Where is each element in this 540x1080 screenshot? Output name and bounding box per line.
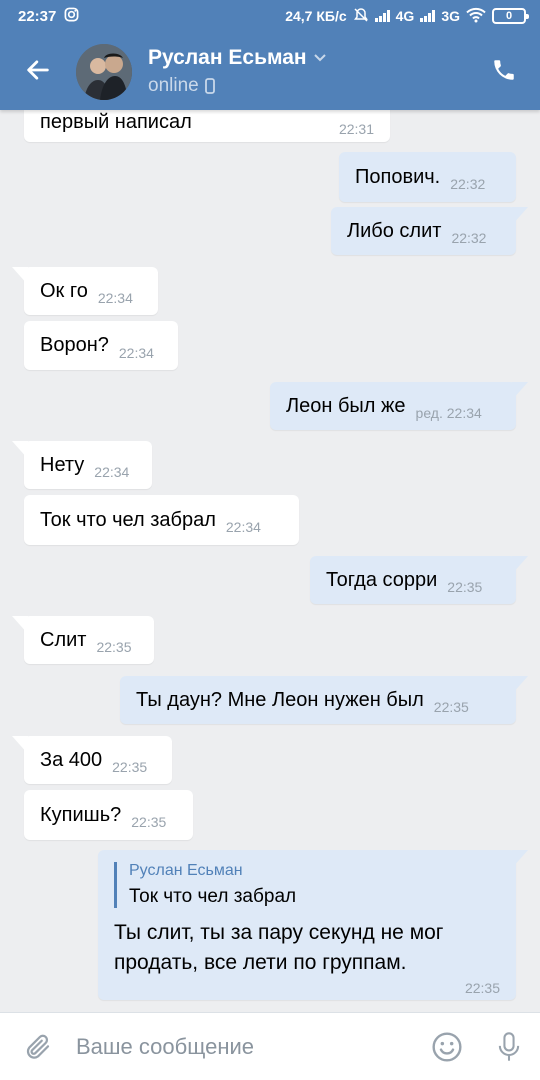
quote-author: Руслан Есьман: [129, 862, 243, 879]
online-status-text: online: [148, 75, 199, 96]
back-button[interactable]: [20, 52, 56, 88]
message-text-line2: продать, все лети по группам.: [114, 951, 407, 974]
nav-bar: Руслан Есьман online: [0, 32, 540, 110]
status-time: 22:37: [18, 7, 57, 25]
battery-level: 0: [505, 10, 513, 22]
message-text: первый написал: [40, 110, 192, 133]
instagram-icon: [64, 7, 79, 26]
bubble-tail: [512, 556, 528, 574]
paperclip-icon: [26, 1034, 50, 1059]
message-input[interactable]: [76, 1024, 416, 1069]
message-outgoing[interactable]: Попович. 22:32: [339, 152, 516, 202]
bubble-tail: [512, 207, 528, 225]
message-incoming[interactable]: Ток что чел забрал 22:34: [24, 495, 299, 545]
contact-name[interactable]: Руслан Есьман: [148, 46, 327, 70]
message-text: Ворон?: [40, 334, 109, 356]
message-text: За 400: [40, 748, 103, 771]
message-text: Ты даун? Мне Леон нужен был: [136, 688, 424, 711]
quoted-message[interactable]: Руслан Есьман Ток что чел забрал: [114, 862, 296, 908]
contact-status: online: [148, 75, 215, 97]
bubble-tail: [512, 850, 528, 868]
back-arrow-icon: [27, 60, 49, 80]
message-text-line1: Ты слит, ты за пару секунд не мог: [114, 921, 444, 944]
bubble-tail: [12, 736, 28, 754]
message-incoming[interactable]: Слит 22:35: [12, 616, 154, 664]
phone-icon: [494, 60, 514, 80]
message-time: 22:32: [451, 230, 487, 246]
message-text: Слит: [40, 628, 87, 651]
message-text: Тогда сорри: [326, 568, 438, 591]
message-outgoing-reply[interactable]: Руслан Есьман Ток что чел забрал Ты слит…: [98, 850, 528, 1000]
status-bar: 22:37 24,7 КБ/с 4G 3G 0: [0, 0, 540, 32]
message-incoming[interactable]: Купишь? 22:35: [24, 790, 193, 840]
call-button[interactable]: [486, 52, 522, 88]
message-text: Либо слит: [347, 219, 442, 242]
bubble-tail: [512, 382, 528, 400]
message-time: 22:32: [450, 176, 486, 192]
message-time: 22:35: [464, 980, 500, 996]
message-composer: [0, 1012, 540, 1080]
emoji-button[interactable]: [416, 1013, 478, 1080]
battery-icon: 0: [492, 8, 529, 24]
message-outgoing[interactable]: Тогда сорри 22:35: [310, 556, 528, 604]
chevron-down-icon: [313, 54, 326, 62]
message-time: 22:34: [118, 344, 154, 361]
message-incoming[interactable]: Нету 22:34: [12, 441, 152, 489]
network-type-1: 4G: [395, 8, 415, 24]
bubble-tail: [512, 676, 528, 694]
message-incoming[interactable]: За 400 22:35: [12, 736, 172, 784]
message-time: 22:35: [433, 699, 469, 715]
message-outgoing[interactable]: Либо слит 22:32: [331, 207, 528, 255]
message-time: ред. 22:34: [415, 405, 482, 421]
bubble-tail: [12, 267, 28, 285]
bubble-tail: [12, 441, 28, 459]
message-incoming[interactable]: Ворон? 22:34: [24, 321, 178, 370]
network-speed: 24,7 КБ/с: [285, 8, 347, 24]
message-list[interactable]: первый написал 22:31 Попович. 22:32 Либо…: [0, 102, 540, 1012]
microphone-icon: [498, 1031, 520, 1061]
signal-icon: [374, 10, 390, 22]
message-text: Ок го: [40, 279, 88, 302]
signal-icon-2: [420, 10, 436, 22]
network-type-2: 3G: [441, 8, 460, 24]
message-time: 22:34: [94, 464, 130, 480]
voice-record-button[interactable]: [478, 1013, 540, 1080]
message-time: 22:34: [225, 519, 261, 535]
attach-button[interactable]: [0, 1013, 76, 1080]
message-outgoing[interactable]: Леон был же ред. 22:34: [270, 382, 528, 430]
message-text: Попович.: [355, 165, 441, 188]
message-time: 22:35: [112, 759, 148, 775]
bubble-tail: [12, 616, 28, 634]
avatar[interactable]: [76, 44, 132, 100]
message-text: Леон был же: [286, 394, 406, 417]
message-outgoing[interactable]: Ты даун? Мне Леон нужен был 22:35: [120, 676, 528, 724]
message-time: 22:35: [447, 579, 483, 595]
mobile-icon: [204, 78, 215, 94]
message-time: 22:34: [97, 290, 133, 306]
wifi-icon: [466, 7, 486, 26]
smiley-icon: [432, 1031, 462, 1062]
message-incoming[interactable]: Ок го 22:34: [12, 267, 158, 315]
message-text: Ток что чел забрал: [40, 508, 216, 531]
message-time: 22:35: [131, 814, 167, 830]
quote-text: Ток что чел забрал: [129, 886, 297, 907]
contact-name-text: Руслан Есьман: [148, 46, 307, 69]
chat-header: 22:37 24,7 КБ/с 4G 3G 0 Руслан Есьман on…: [0, 0, 540, 110]
message-text: Купишь?: [40, 803, 122, 826]
message-time: 22:31: [338, 121, 374, 137]
message-time: 22:35: [96, 639, 132, 655]
message-text: Нету: [40, 453, 85, 476]
mute-icon: [353, 7, 369, 26]
